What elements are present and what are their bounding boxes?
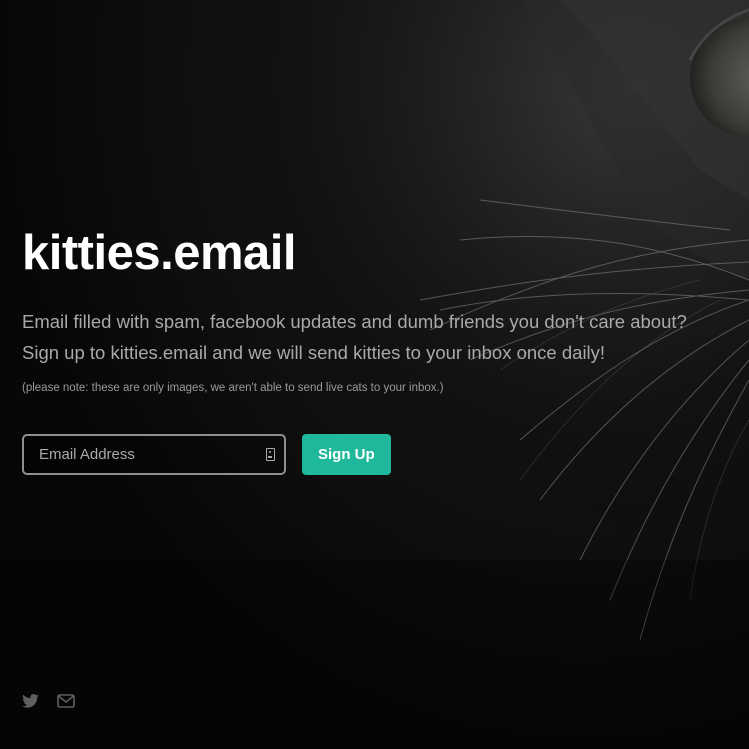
- hero-content: kitties.email Email filled with spam, fa…: [22, 220, 742, 475]
- page: kitties.email Email filled with spam, fa…: [0, 0, 749, 749]
- email-field[interactable]: [24, 436, 284, 473]
- contact-card-icon[interactable]: [266, 448, 275, 461]
- email-link[interactable]: [57, 694, 75, 708]
- footer-social-links: [22, 694, 75, 708]
- envelope-icon: [57, 694, 75, 708]
- page-title: kitties.email: [22, 226, 297, 280]
- tagline-line-1: Email filled with spam, facebook updates…: [22, 311, 687, 332]
- tagline-line-2: Sign up to kitties.email and we will sen…: [22, 342, 606, 363]
- signup-form: Sign Up: [22, 434, 742, 475]
- email-field-wrapper: [22, 434, 286, 475]
- tagline: Email filled with spam, facebook updates…: [22, 306, 742, 368]
- sign-up-button[interactable]: Sign Up: [302, 434, 391, 475]
- twitter-icon: [22, 694, 39, 708]
- disclaimer-note: (please note: these are only images, we …: [22, 382, 444, 394]
- twitter-link[interactable]: [22, 694, 39, 708]
